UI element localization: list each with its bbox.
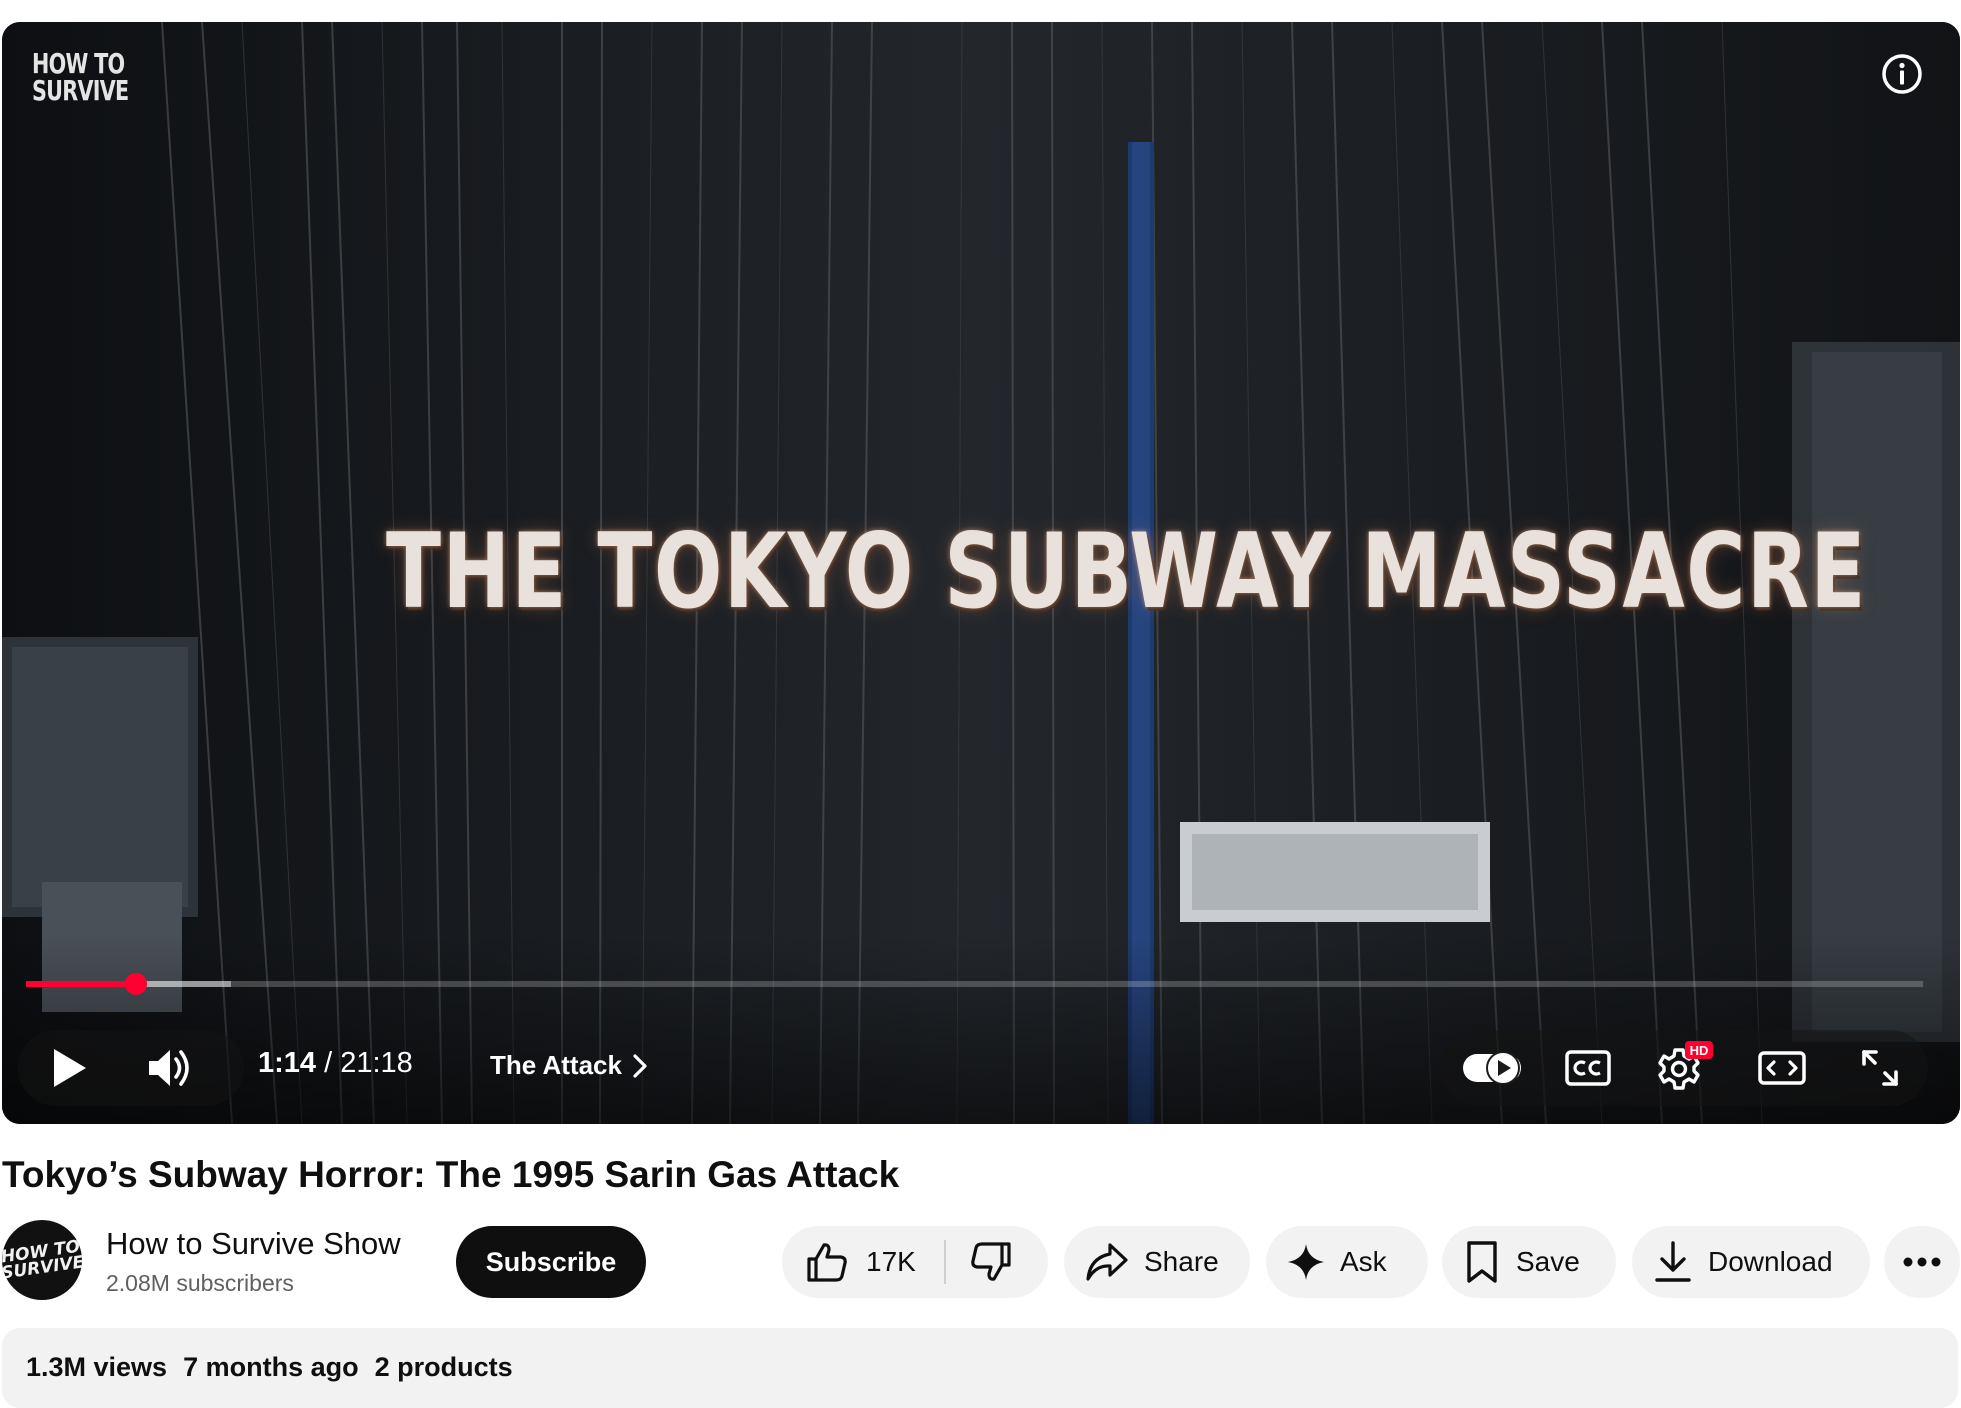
chevron-right-icon [633, 1053, 647, 1078]
save-label: Save [1516, 1246, 1580, 1277]
share-icon [1086, 1243, 1128, 1281]
channel-watermark: HOW TO SURVIVE [32, 47, 129, 108]
watermark-line-1: HOW TO [32, 47, 125, 80]
thumbs-down-icon [971, 1242, 1011, 1281]
progress-scrubber-handle[interactable] [125, 973, 148, 995]
video-title: Tokyo’s Subway Horror: The 1995 Sarin Ga… [2, 1154, 900, 1195]
time-display: 1:14 / 21:18 [258, 1047, 413, 1080]
subscriber-count: 2.08M subscribers [106, 1270, 294, 1296]
upload-age: 7 months ago [183, 1352, 359, 1382]
theater-mode-icon[interactable] [1752, 1040, 1812, 1096]
volume-icon[interactable] [136, 1036, 206, 1100]
description-meta: 1.3M views 7 months ago 2 products [26, 1352, 513, 1383]
share-button[interactable]: Share [1064, 1226, 1250, 1298]
bookmark-icon [1467, 1241, 1497, 1283]
like-divider [943, 1240, 946, 1284]
channel-name[interactable]: How to Survive Show [106, 1226, 401, 1262]
channel-avatar[interactable]: HOW TO SURVIVE [2, 1220, 82, 1300]
progress-played [26, 981, 137, 987]
hd-badge: HD [1690, 1043, 1709, 1058]
closed-captions-icon[interactable] [1560, 1040, 1616, 1096]
more-horizontal-icon [1903, 1257, 1941, 1267]
play-icon[interactable] [38, 1036, 100, 1100]
dislike-button[interactable] [968, 1226, 1014, 1298]
watermark-line-2: SURVIVE [32, 74, 129, 108]
sparkle-icon [1288, 1244, 1324, 1280]
time-separator: / [316, 1047, 341, 1079]
like-count: 17K [866, 1246, 916, 1277]
progress-bar[interactable] [26, 973, 1923, 995]
chapter-button[interactable]: The Attack [490, 1050, 648, 1081]
duration: 21:18 [340, 1047, 413, 1079]
download-button[interactable]: Download [1632, 1226, 1870, 1298]
current-time: 1:14 [258, 1047, 317, 1079]
autoplay-toggle-icon[interactable] [1458, 1040, 1528, 1096]
info-icon[interactable] [1880, 52, 1924, 96]
download-icon [1655, 1241, 1691, 1282]
ask-label: Ask [1340, 1246, 1387, 1277]
save-button[interactable]: Save [1442, 1226, 1616, 1298]
description-box[interactable]: 1.3M views 7 months ago 2 products [2, 1328, 1958, 1408]
like-button[interactable]: 17K [782, 1226, 916, 1298]
video-player[interactable]: HOW TO SURVIVE THE TOKYO SUBWAY MASSACRE [2, 22, 1960, 1124]
products-link[interactable]: 2 products [375, 1352, 513, 1383]
subscribe-button[interactable]: Subscribe [456, 1226, 646, 1298]
more-actions-button[interactable] [1884, 1226, 1960, 1298]
title-card: THE TOKYO SUBWAY MASSACRE [386, 512, 1867, 632]
view-count: 1.3M views [26, 1352, 168, 1382]
avatar-text: HOW TO SURVIVE [2, 1236, 82, 1284]
download-label: Download [1708, 1246, 1833, 1277]
chapter-title: The Attack [490, 1050, 622, 1080]
share-label: Share [1144, 1246, 1219, 1277]
thumbs-up-icon [807, 1243, 847, 1282]
like-dislike-group: 17K [782, 1226, 1048, 1298]
settings-gear-icon[interactable]: HD [1654, 1036, 1718, 1098]
fullscreen-icon[interactable] [1852, 1040, 1908, 1096]
ask-button[interactable]: Ask [1266, 1226, 1428, 1298]
